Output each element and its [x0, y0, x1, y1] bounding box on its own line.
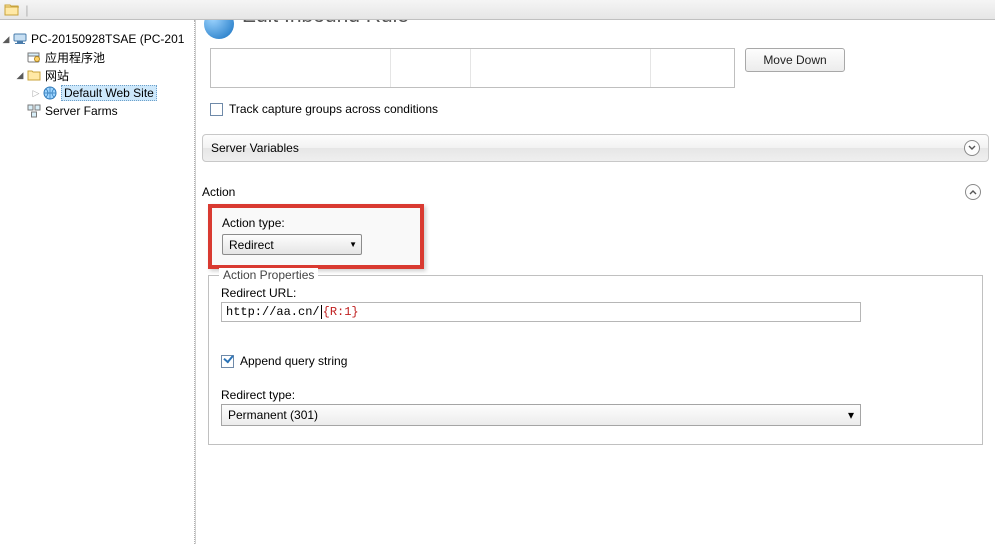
text-caret: [321, 305, 322, 319]
server-icon: [12, 31, 28, 47]
move-down-button[interactable]: Move Down: [745, 48, 845, 72]
track-capture-label: Track capture groups across conditions: [229, 102, 438, 116]
tree-node-app-pools[interactable]: ▸ 应用程序池: [0, 48, 194, 66]
action-type-label: Action type:: [222, 216, 410, 230]
tree-label: Default Web Site: [61, 85, 157, 101]
chevron-down-icon: ▾: [848, 408, 854, 422]
explorer-toolbar: |: [0, 0, 995, 20]
append-query-label: Append query string: [240, 354, 347, 368]
rule-big-icon: [204, 20, 234, 39]
tree-label: 应用程序池: [45, 49, 105, 66]
server-variables-accordion[interactable]: Server Variables: [202, 134, 989, 162]
main-panel: Edit Inbound Rule Move Down Track captur…: [195, 20, 995, 544]
action-type-dropdown[interactable]: Redirect ▼: [222, 234, 362, 255]
chevron-up-icon[interactable]: [965, 184, 981, 200]
redirect-url-value-prefix: http://aa.cn/: [226, 305, 320, 319]
action-properties-group: Action Properties Redirect URL: http://a…: [208, 275, 983, 445]
redirect-url-value-token: {R:1}: [323, 305, 359, 319]
action-type-highlight-box: Action type: Redirect ▼: [208, 204, 424, 269]
folder-open-icon[interactable]: [4, 2, 20, 19]
redirect-type-dropdown[interactable]: Permanent (301) ▾: [221, 404, 861, 426]
redirect-url-input[interactable]: http://aa.cn/{R:1}: [221, 302, 861, 322]
globe-icon: [42, 85, 58, 101]
redirect-url-label: Redirect URL:: [221, 286, 970, 300]
tree-node-default-site[interactable]: ▷ Default Web Site: [0, 84, 194, 102]
tree-node-server-farms[interactable]: ▸ Server Farms: [0, 102, 194, 120]
tree-node-server[interactable]: ◢ PC-20150928TSAE (PC-201: [0, 30, 194, 48]
app-pool-icon: [26, 49, 42, 65]
accordion-title: Action: [202, 185, 235, 199]
chevron-down-icon[interactable]: [964, 140, 980, 156]
conditions-table[interactable]: [210, 48, 735, 88]
append-query-checkbox[interactable]: [221, 355, 234, 368]
redirect-type-label: Redirect type:: [221, 388, 970, 402]
page-title: Edit Inbound Rule: [242, 20, 409, 28]
server-farm-icon: [26, 103, 42, 119]
action-properties-legend: Action Properties: [219, 268, 318, 282]
chevron-down-icon: ▼: [349, 240, 357, 249]
dropdown-value: Permanent (301): [228, 408, 318, 422]
tree-label: Server Farms: [45, 104, 118, 118]
tree-label: PC-20150928TSAE (PC-201: [31, 32, 184, 46]
connections-tree: ◢ PC-20150928TSAE (PC-201 ▸ 应用程序池 ◢ 网站 ▷: [0, 20, 195, 544]
track-capture-checkbox[interactable]: [210, 103, 223, 116]
action-accordion: Action Action type: Redirect ▼ Action Pr…: [202, 184, 989, 445]
chevron-right-icon[interactable]: ▷: [30, 88, 42, 99]
accordion-title: Server Variables: [211, 141, 299, 155]
dropdown-value: Redirect: [229, 238, 274, 252]
folder-icon: [26, 67, 42, 83]
chevron-down-icon[interactable]: ◢: [14, 70, 26, 81]
tree-node-sites[interactable]: ◢ 网站: [0, 66, 194, 84]
tree-label: 网站: [45, 67, 69, 84]
chevron-down-icon[interactable]: ◢: [0, 34, 12, 45]
